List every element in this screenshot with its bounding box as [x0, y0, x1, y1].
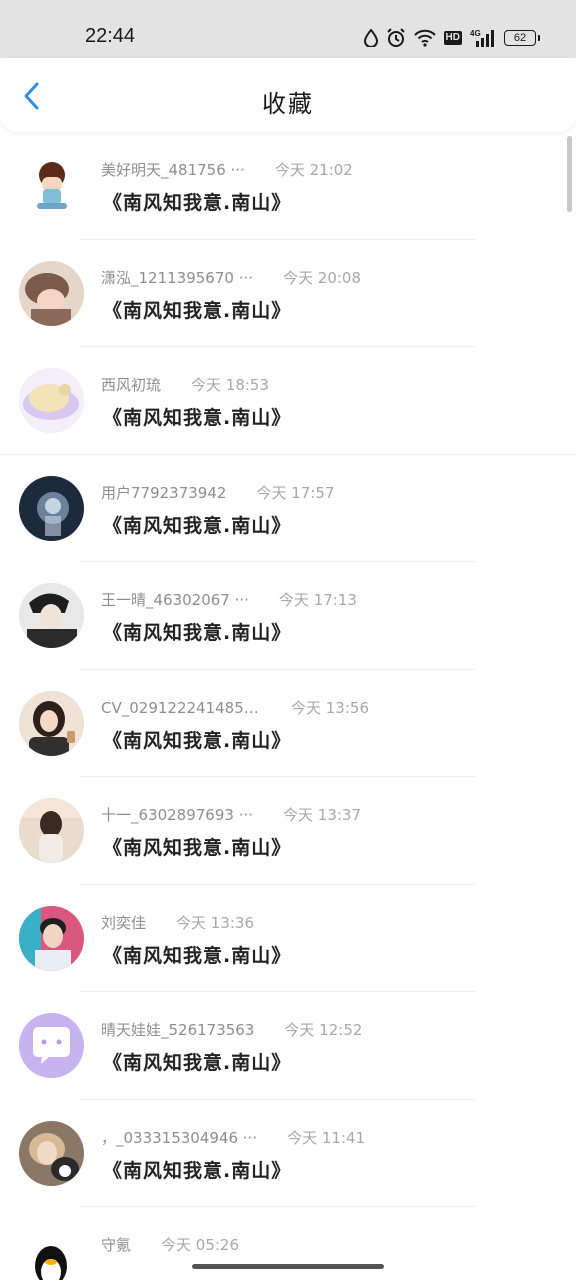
network-type-label: 4G — [470, 29, 481, 38]
user-name: 潇泓_1211395670 ··· — [101, 268, 254, 287]
avatar-image — [19, 475, 84, 541]
list-item[interactable]: 晴天娃娃_526173563 今天 12:52 《南风知我意.南山》 — [0, 992, 576, 1100]
item-meta: 十一_6302897693 ··· 今天 13:37 — [101, 804, 536, 825]
signal-icon: 4G — [470, 29, 494, 47]
user-name: 西风初琉 — [101, 376, 162, 394]
item-title: 《南风知我意.南山》 — [103, 729, 292, 752]
hd-badge: HD — [443, 31, 462, 45]
avatar — [19, 1228, 84, 1280]
avatar — [19, 690, 84, 756]
avatar-image — [19, 905, 84, 971]
item-title: 《南风知我意.南山》 — [103, 514, 292, 537]
avatar — [19, 368, 84, 433]
user-name: 十一_6302897693 ··· — [101, 806, 254, 824]
user-name: ，_033315304946 ··· — [101, 1128, 258, 1147]
item-meta: CV_029122241485 ··· 今天 13:56 — [101, 697, 536, 718]
timestamp: 今天 13:36 — [176, 913, 255, 932]
status-icons: HD 4G 62 — [363, 26, 540, 50]
avatar — [19, 798, 84, 863]
item-meta: 王一晴_46302067 ··· 今天 17:13 — [101, 589, 536, 610]
item-meta: 美好明天_481756 ··· 今天 21:02 — [101, 159, 536, 180]
user-name: CV_029122241485 ··· — [101, 698, 261, 717]
item-meta: 用户7792373942 今天 17:57 — [101, 482, 536, 503]
item-title: 《南风知我意.南山》 — [103, 1159, 292, 1182]
list-item[interactable]: 王一晴_46302067 ··· 今天 17:13 《南风知我意.南山》 — [0, 562, 576, 670]
avatar — [19, 475, 84, 541]
alarm-icon — [386, 28, 405, 47]
avatar — [19, 1120, 84, 1186]
page-title: 收藏 — [262, 90, 314, 118]
header: 收藏 — [0, 58, 576, 132]
item-meta: 刘奕佳 今天 13:36 — [101, 912, 536, 933]
drop-icon — [363, 29, 378, 47]
list-item[interactable]: 刘奕佳 今天 13:36 《南风知我意.南山》 — [0, 885, 576, 992]
item-meta: ，_033315304946 ··· 今天 11:41 — [101, 1127, 536, 1148]
item-title: 《南风知我意.南山》 — [103, 944, 292, 967]
user-name: 刘奕佳 — [101, 913, 147, 932]
avatar-image — [19, 153, 84, 218]
timestamp: 今天 05:26 — [161, 1236, 240, 1254]
battery-level: 62 — [513, 32, 527, 44]
timestamp: 今天 20:08 — [283, 268, 362, 287]
item-title: 《南风知我意.南山》 — [103, 299, 292, 322]
timestamp: 今天 13:56 — [291, 698, 369, 717]
list-item[interactable]: 守氪 今天 05:26 — [0, 1207, 576, 1280]
avatar — [19, 1013, 84, 1078]
item-title: 《南风知我意.南山》 — [103, 837, 292, 859]
avatar-image — [19, 798, 84, 863]
list-item[interactable]: 潇泓_1211395670 ··· 今天 20:08 《南风知我意.南山》 — [0, 240, 576, 347]
avatar — [19, 153, 84, 218]
list-item[interactable]: 用户7792373942 今天 17:57 《南风知我意.南山》 — [0, 455, 576, 562]
item-meta: 晴天娃娃_526173563 今天 12:52 — [101, 1019, 536, 1040]
list-item[interactable]: CV_029122241485 ··· 今天 13:56 《南风知我意.南山》 — [0, 670, 576, 777]
wifi-icon — [413, 29, 436, 47]
avatar-image — [19, 368, 84, 433]
avatar-image — [19, 690, 84, 756]
avatar-image — [19, 260, 84, 326]
avatar — [19, 905, 84, 971]
timestamp: 今天 12:52 — [284, 1021, 363, 1039]
user-name: 王一晴_46302067 ··· — [101, 591, 249, 609]
user-name: 守氪 — [101, 1236, 132, 1254]
screen: 22:44 HD 4G 62 收藏 美好明天_481756 ··· 今天 21:… — [0, 0, 576, 1280]
item-title: 《南风知我意.南山》 — [103, 1052, 292, 1074]
timestamp: 今天 11:41 — [287, 1128, 366, 1147]
home-indicator[interactable] — [192, 1264, 384, 1269]
penguin-icon — [19, 1228, 84, 1280]
item-title: 《南风知我意.南山》 — [103, 407, 292, 429]
list-item[interactable]: 西风初琉 今天 18:53 《南风知我意.南山》 — [0, 347, 576, 455]
battery-icon: 62 — [504, 30, 540, 46]
item-title: 《南风知我意.南山》 — [103, 192, 292, 214]
item-title: 《南风知我意.南山》 — [103, 622, 292, 644]
user-name: 美好明天_481756 ··· — [101, 161, 245, 179]
item-meta: 潇泓_1211395670 ··· 今天 20:08 — [101, 267, 536, 288]
timestamp: 今天 13:37 — [283, 806, 362, 824]
list-item[interactable]: 十一_6302897693 ··· 今天 13:37 《南风知我意.南山》 — [0, 777, 576, 885]
item-meta: 守氪 今天 05:26 — [101, 1234, 536, 1255]
scrollbar[interactable] — [567, 136, 572, 212]
timestamp: 今天 17:57 — [256, 483, 335, 502]
avatar — [19, 260, 84, 326]
favorites-list: 美好明天_481756 ··· 今天 21:02 《南风知我意.南山》 潇泓_1… — [0, 132, 576, 1280]
avatar-image — [19, 583, 84, 648]
timestamp: 今天 17:13 — [278, 591, 357, 609]
avatar-image — [19, 1120, 84, 1186]
list-item[interactable]: 美好明天_481756 ··· 今天 21:02 《南风知我意.南山》 — [0, 132, 576, 240]
avatar — [19, 583, 84, 648]
user-name: 晴天娃娃_526173563 — [101, 1021, 255, 1039]
avatar-image — [19, 1013, 84, 1078]
user-name: 用户7792373942 — [101, 483, 227, 502]
item-meta: 西风初琉 今天 18:53 — [101, 374, 536, 395]
timestamp: 今天 21:02 — [274, 161, 353, 179]
list-item[interactable]: ，_033315304946 ··· 今天 11:41 《南风知我意.南山》 — [0, 1100, 576, 1207]
status-bar: 22:44 HD 4G 62 — [0, 0, 576, 58]
status-time: 22:44 — [85, 25, 136, 47]
timestamp: 今天 18:53 — [191, 376, 270, 394]
